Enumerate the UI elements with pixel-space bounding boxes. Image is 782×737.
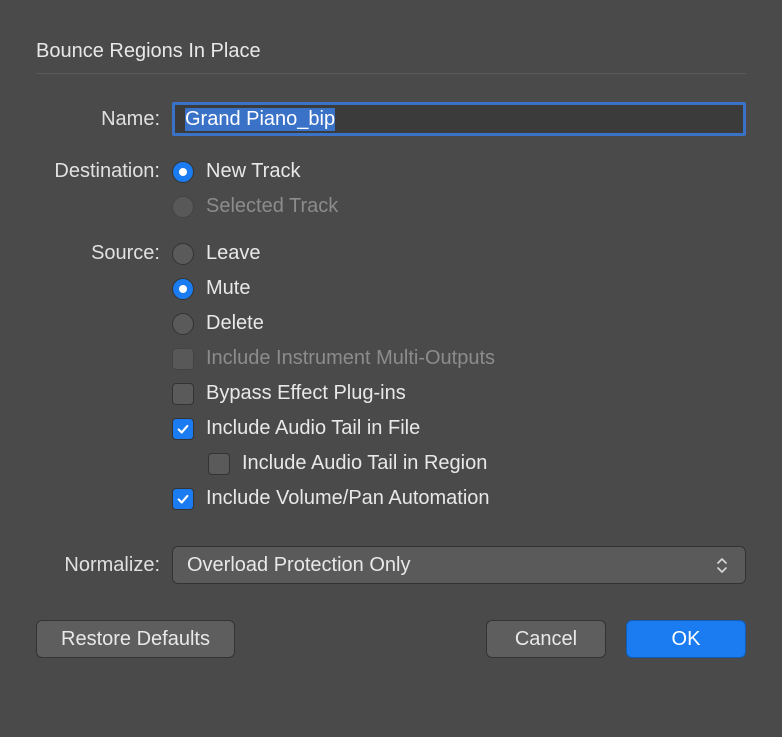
- normalize-label: Normalize:: [36, 554, 172, 577]
- include-tail-file-label[interactable]: Include Audio Tail in File: [206, 417, 420, 440]
- destination-selected-track-radio: [172, 196, 194, 218]
- source-leave-label[interactable]: Leave: [206, 242, 261, 265]
- include-tail-region-checkbox[interactable]: [208, 453, 230, 475]
- source-delete-radio[interactable]: [172, 313, 194, 335]
- source-label: Source:: [36, 242, 172, 265]
- include-multi-outputs-label: Include Instrument Multi-Outputs: [206, 347, 495, 370]
- bypass-effects-label[interactable]: Bypass Effect Plug-ins: [206, 382, 406, 405]
- name-label: Name:: [36, 108, 172, 131]
- bypass-effects-checkbox[interactable]: [172, 383, 194, 405]
- include-multi-outputs-checkbox: [172, 348, 194, 370]
- source-mute-label[interactable]: Mute: [206, 277, 250, 300]
- restore-defaults-button[interactable]: Restore Defaults: [36, 620, 235, 658]
- destination-new-track-label[interactable]: New Track: [206, 160, 300, 183]
- normalize-value: Overload Protection Only: [187, 554, 410, 577]
- destination-selected-track-label: Selected Track: [206, 195, 338, 218]
- source-mute-radio[interactable]: [172, 278, 194, 300]
- divider: [36, 73, 746, 74]
- normalize-select[interactable]: Overload Protection Only: [172, 546, 746, 584]
- destination-label: Destination:: [36, 160, 172, 183]
- include-vol-pan-checkbox[interactable]: [172, 488, 194, 510]
- source-delete-label[interactable]: Delete: [206, 312, 264, 335]
- cancel-button[interactable]: Cancel: [486, 620, 606, 658]
- chevron-updown-icon: [713, 558, 731, 573]
- include-vol-pan-label[interactable]: Include Volume/Pan Automation: [206, 487, 490, 510]
- include-tail-file-checkbox[interactable]: [172, 418, 194, 440]
- destination-new-track-radio[interactable]: [172, 161, 194, 183]
- ok-button[interactable]: OK: [626, 620, 746, 658]
- include-tail-region-label[interactable]: Include Audio Tail in Region: [242, 452, 487, 475]
- dialog-title: Bounce Regions In Place: [36, 40, 746, 63]
- source-leave-radio[interactable]: [172, 243, 194, 265]
- name-input[interactable]: [172, 102, 746, 136]
